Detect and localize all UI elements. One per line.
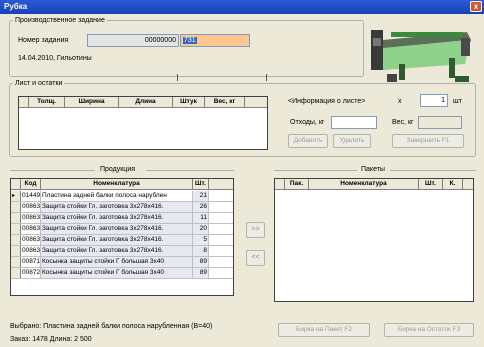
- product-name: Защита стойки Гл. заготовка 3х278х416.: [41, 235, 193, 245]
- delete-button[interactable]: Удалить: [333, 134, 371, 148]
- product-qty: 11: [193, 213, 209, 223]
- product-name: Косынка защиты стойки Г большая 3х40: [41, 257, 193, 267]
- table-row[interactable]: 00863 Защита стойки Гл. заготовка 3х278х4…: [11, 202, 233, 213]
- product-name: Пластина задней балки полоса нарублен: [41, 191, 193, 201]
- product-qty: 5: [193, 235, 209, 245]
- tag-pack-button[interactable]: Бирка на Пакет F2: [278, 323, 370, 337]
- product-qty: 89: [193, 257, 209, 267]
- product-qty: 89: [193, 268, 209, 278]
- packs-grid-header: Пак. Номенклатура Шт. К.: [275, 179, 473, 190]
- column-header: Длина: [119, 97, 173, 107]
- product-code: 00863: [22, 224, 41, 234]
- row-indicator-header: [19, 97, 29, 107]
- sheet-legend: Лист и остатки: [15, 80, 63, 87]
- product-name: Защита стойки Гл. заготовка 3х278х416.: [41, 202, 193, 212]
- splitter-mark: [177, 74, 178, 81]
- product-code: 00863: [22, 202, 41, 212]
- task-number-label: Номер задания: [18, 37, 69, 44]
- row-indicator: [11, 224, 21, 234]
- products-legend: Продукция: [100, 166, 136, 173]
- column-header: К.: [443, 179, 463, 189]
- row-indicator: [11, 246, 21, 256]
- waste-label: Отходы, кг: [290, 119, 325, 126]
- column-header: Код: [21, 179, 41, 189]
- table-row[interactable]: 00863 Защита стойки Гл. заготовка 3х278х4…: [11, 213, 233, 224]
- column-header: Вес, кг: [205, 97, 245, 107]
- task-date-line: 14.04.2010, Гильотины: [18, 55, 92, 62]
- tag-rest-button[interactable]: Бирка на Остаток F3: [384, 323, 474, 337]
- row-indicator: [11, 213, 21, 223]
- sheet-grid-header: Толщ. Ширина Длина Штук Вес, кг: [19, 97, 267, 108]
- product-qty: 20: [193, 224, 209, 234]
- row-indicator: [11, 257, 21, 267]
- table-row[interactable]: ▸ 01449 Пластина задней балки полоса наруб…: [11, 191, 233, 202]
- task-number-suffix-field[interactable]: 731: [180, 34, 250, 47]
- sheet-quantity-field[interactable]: 1: [420, 94, 448, 107]
- finish-button[interactable]: Завершить F1: [392, 134, 464, 148]
- product-code: 00863: [22, 246, 41, 256]
- table-row[interactable]: 00872 Косынка защиты стойки Г большая 3х4…: [11, 268, 233, 279]
- task-group: Производственное задание: [9, 17, 364, 77]
- product-qty: 8: [193, 246, 209, 256]
- waste-field[interactable]: [331, 116, 377, 129]
- product-name: Защита стойки Гл. заготовка 3х278х416.: [41, 246, 193, 256]
- packs-legend: Пакеты: [361, 166, 385, 173]
- column-header: Толщ.: [29, 97, 65, 107]
- row-indicator: [11, 202, 21, 212]
- product-code: 00872: [22, 268, 41, 278]
- packs-grid[interactable]: Пак. Номенклатура Шт. К.: [274, 178, 474, 302]
- quantity-unit: шт: [453, 98, 462, 105]
- product-name: Защита стойки Гл. заготовка 3х278х416.: [41, 213, 193, 223]
- multiply-label: x: [398, 98, 402, 105]
- add-button[interactable]: Добавить: [288, 134, 328, 148]
- products-grid-header: Код Номенклатура Шт.: [11, 179, 233, 190]
- window-titlebar: Рубка x: [0, 0, 484, 14]
- product-name: Косынка защиты стойки Г большая 3х40: [41, 268, 193, 278]
- product-code: 00871: [22, 257, 41, 267]
- close-button[interactable]: x: [470, 1, 482, 12]
- product-qty: 26: [193, 202, 209, 212]
- products-legend-line: [10, 170, 95, 171]
- packs-legend-line: [274, 170, 357, 171]
- product-qty: 21: [193, 191, 209, 201]
- task-legend: Производственное задание: [15, 17, 105, 24]
- products-grid-body: ▸ 01449 Пластина задней балки полоса наруб…: [11, 191, 233, 279]
- current-row-indicator: ▸: [11, 191, 21, 201]
- sheet-grid[interactable]: Толщ. Ширина Длина Штук Вес, кг: [18, 96, 268, 150]
- row-indicator: [11, 235, 21, 245]
- task-number-field[interactable]: 00000000: [87, 34, 179, 47]
- column-header: Номенклатура: [309, 179, 419, 189]
- product-name: Защита стойки Гл. заготовка 3х278х416.: [41, 224, 193, 234]
- column-header: Шт.: [193, 179, 209, 189]
- column-header: Шт.: [419, 179, 443, 189]
- row-indicator-header: [11, 179, 21, 189]
- sheet-info-label: <Информация о листе>: [288, 98, 366, 105]
- weight-label: Вес, кг: [392, 119, 414, 126]
- products-legend-line: [146, 170, 234, 171]
- table-row[interactable]: 00863 Защита стойки Гл. заготовка 3х278х4…: [11, 224, 233, 235]
- weight-field[interactable]: [418, 116, 462, 129]
- product-code: 00863: [22, 213, 41, 223]
- packs-legend-line: [390, 170, 476, 171]
- window-title: Рубка: [4, 2, 28, 11]
- product-code: 01449: [22, 191, 41, 201]
- selected-product-line: Выбрано: Пластина задней балки полоса на…: [10, 323, 213, 330]
- order-info-line: Заказ: 1478 Длина: 2 500: [10, 336, 92, 343]
- column-header: Номенклатура: [41, 179, 193, 189]
- task-number-suffix-selection: 731: [183, 37, 197, 44]
- column-header: Ширина: [65, 97, 119, 107]
- table-row[interactable]: 00863 Защита стойки Гл. заготовка 3х278х4…: [11, 246, 233, 257]
- products-grid[interactable]: Код Номенклатура Шт. ▸ 01449 Пластина задн…: [10, 178, 234, 296]
- move-right-button[interactable]: >>: [246, 222, 265, 238]
- move-left-button[interactable]: <<: [246, 250, 265, 266]
- row-indicator: [11, 268, 21, 278]
- row-indicator-header: [275, 179, 285, 189]
- column-header: Штук: [173, 97, 205, 107]
- table-row[interactable]: 00871 Косынка защиты стойки Г большая 3х4…: [11, 257, 233, 268]
- product-code: 00863: [22, 235, 41, 245]
- table-row[interactable]: 00863 Защита стойки Гл. заготовка 3х278х4…: [11, 235, 233, 246]
- column-header: Пак.: [285, 179, 309, 189]
- splitter-mark: [266, 74, 267, 81]
- guillotine-machine-image: [371, 30, 471, 82]
